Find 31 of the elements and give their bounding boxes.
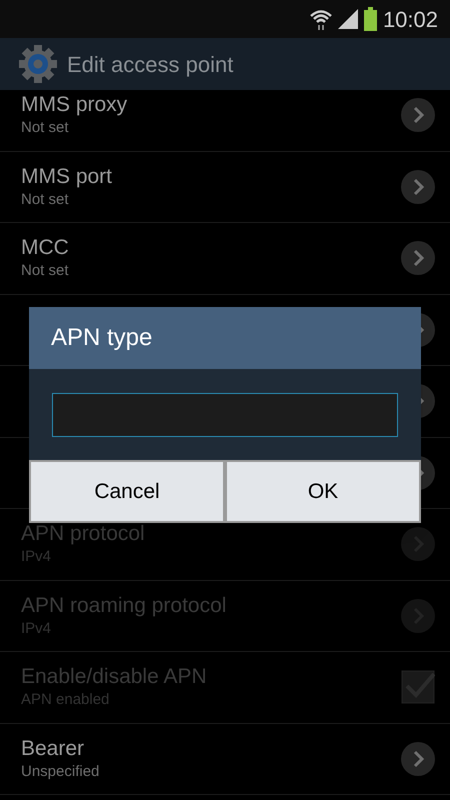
- chevron-icon: [401, 170, 435, 204]
- settings-row[interactable]: MCC Not set: [0, 223, 450, 294]
- settings-row[interactable]: MMS port Not set: [0, 152, 450, 223]
- settings-row[interactable]: MMS proxy Not set: [0, 80, 450, 152]
- dialog-button[interactable]: Cancel: [31, 462, 223, 521]
- dialog-button[interactable]: OK: [227, 462, 419, 521]
- chevron-icon: [401, 598, 435, 633]
- signal-icon: [338, 9, 358, 29]
- chevron-icon: [401, 527, 435, 562]
- screen-title: Edit access point: [67, 50, 234, 79]
- chevron-icon: [401, 742, 435, 776]
- chevron-icon: [401, 98, 435, 132]
- setting-title: MMS port: [21, 164, 112, 190]
- settings-row[interactable]: Bearer Unspecified: [0, 724, 450, 795]
- setting-title: APN protocol: [21, 521, 145, 548]
- setting-title: MMS proxy: [21, 92, 128, 118]
- setting-value: Not set: [21, 190, 70, 210]
- battery-icon: [364, 7, 377, 31]
- setting-value: Unspecified: [21, 762, 100, 782]
- setting-title: Enable/disable APN: [21, 664, 207, 690]
- setting-title: Bearer: [21, 736, 86, 762]
- gear-icon: [18, 44, 58, 84]
- dialog-title: APN type: [51, 323, 152, 353]
- setting-value: Not set: [21, 261, 69, 282]
- setting-value: Not set: [21, 118, 70, 138]
- setting-title: MCC: [21, 235, 69, 262]
- input-field[interactable]: [52, 392, 398, 436]
- clock: 10:02: [382, 6, 438, 34]
- wifi-icon: [310, 8, 332, 30]
- chevron-icon: [401, 241, 435, 276]
- setting-title: APN roaming protocol: [21, 592, 226, 619]
